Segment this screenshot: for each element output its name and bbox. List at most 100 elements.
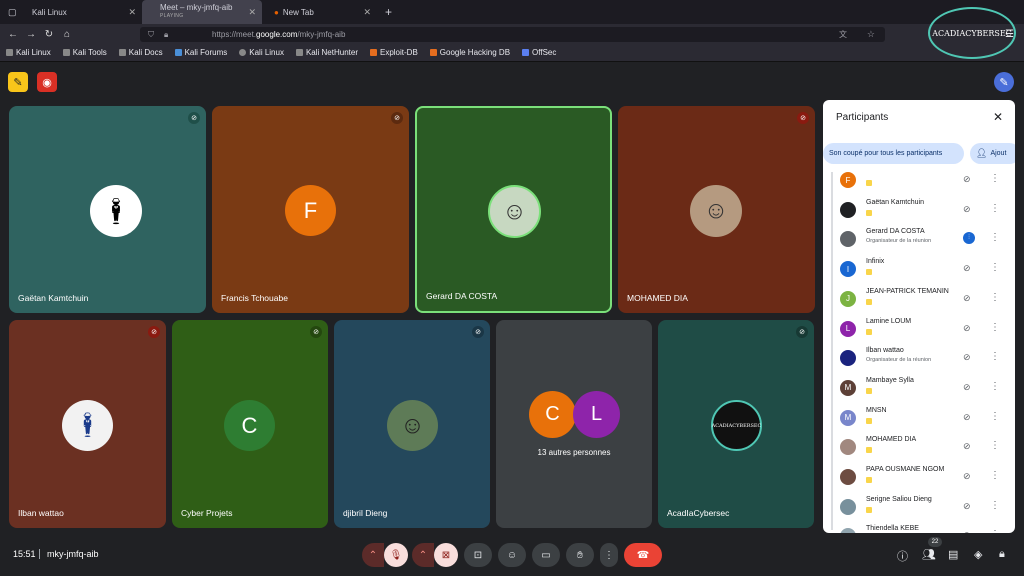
bookmark-kali-tools[interactable]: Kali Tools bbox=[62, 48, 107, 57]
bookmark-kali-linux[interactable]: Kali Linux bbox=[6, 48, 51, 57]
mic-off-icon[interactable]: ⊘ bbox=[963, 501, 971, 512]
avatar: ☺ bbox=[690, 185, 742, 237]
more-vert-icon[interactable]: ⋮ bbox=[990, 411, 1000, 422]
participant-row[interactable]: PAPA OUSMANE NGOM ⊘ ⋮ bbox=[823, 462, 1015, 492]
participant-row[interactable]: Serigne Saliou Dieng ⊘ ⋮ bbox=[823, 492, 1015, 522]
badge-icon bbox=[866, 269, 872, 276]
mic-off-icon[interactable]: ⊘ bbox=[963, 530, 971, 533]
back-icon[interactable]: ← bbox=[4, 29, 22, 40]
home-icon[interactable]: ⌂ bbox=[58, 29, 76, 40]
more-vert-icon[interactable]: ⋮ bbox=[990, 381, 1000, 392]
participant-tile[interactable]: ⊘ ☺ djibril Dieng bbox=[334, 320, 490, 528]
mic-off-icon[interactable]: ⊘ bbox=[963, 323, 971, 334]
mic-off-icon[interactable]: ⊘ bbox=[963, 174, 971, 185]
bookmark-google-hacking-db[interactable]: Google Hacking DB bbox=[429, 48, 510, 57]
recording-icon[interactable]: ◉ bbox=[37, 72, 57, 92]
participant-tile[interactable]: ⊘ 🕴︎ Ilban wattao bbox=[9, 320, 166, 528]
close-icon[interactable]: ✕ bbox=[248, 7, 256, 18]
participant-row[interactable]: Gerard DA COSTA Organisateur de la réunio… bbox=[823, 224, 1015, 254]
participant-tile-speaking[interactable]: ☺ Gerard DA COSTA bbox=[415, 106, 612, 313]
participant-row[interactable]: Gaëtan Kamtchuin ⊘ ⋮ bbox=[823, 195, 1015, 225]
effects-icon[interactable]: ✎ bbox=[994, 72, 1014, 92]
others-tile[interactable]: C L 13 autres personnes bbox=[496, 320, 652, 528]
reload-icon[interactable]: ↻ bbox=[40, 29, 58, 40]
more-vert-icon[interactable]: ⋮ bbox=[990, 440, 1000, 451]
more-vert-icon[interactable]: ⋮ bbox=[990, 500, 1000, 511]
navigation-bar: ← → ↻ ⌂ ⛉ 🔒︎ https://meet.google.com/mky… bbox=[0, 24, 1024, 44]
more-vert-icon[interactable]: ⋮ bbox=[990, 470, 1000, 481]
more-vert-icon[interactable]: ⋮ bbox=[990, 232, 1000, 243]
more-vert-icon[interactable]: ⋮ bbox=[990, 262, 1000, 273]
present-button[interactable]: ⊡ bbox=[464, 543, 492, 567]
star-icon[interactable]: ☆ bbox=[867, 29, 875, 40]
more-vert-icon[interactable]: ⋮ bbox=[990, 529, 1000, 533]
people-icon[interactable]: 👥︎ bbox=[922, 548, 936, 561]
bookmark-kali-forums[interactable]: Kali Forums bbox=[174, 48, 227, 57]
bookmark-offsec[interactable]: OffSec bbox=[522, 48, 556, 57]
raise-hand-button[interactable]: ✋︎ bbox=[566, 543, 594, 567]
tab-list-icon[interactable]: ▢ bbox=[0, 0, 22, 24]
tab-new-tab[interactable]: ● New Tab ✕ bbox=[262, 0, 377, 24]
chat-icon[interactable]: ▤ bbox=[948, 548, 958, 561]
more-vert-icon[interactable]: ⋮ bbox=[990, 351, 1000, 362]
scrollbar[interactable] bbox=[831, 172, 833, 530]
host-controls-icon[interactable]: 🔒︎ bbox=[999, 548, 1005, 561]
add-people-button[interactable]: 👤︎ Ajout bbox=[970, 143, 1015, 164]
info-icon[interactable]: ⓘ bbox=[897, 548, 908, 564]
bookmark-kali-docs[interactable]: Kali Docs bbox=[118, 48, 163, 57]
mic-off-icon[interactable]: ⊘ bbox=[963, 263, 971, 274]
participant-tile[interactable]: ⊘ F Francis Tchouabe bbox=[212, 106, 409, 313]
participant-row[interactable]: Ilban wattao Organisateur de la réunion ⊘ ⋮ bbox=[823, 343, 1015, 373]
participant-tile[interactable]: ⊘ 🕴︎ Gaëtan Kamtchuin bbox=[9, 106, 206, 313]
participants-list[interactable]: F ⊘ ⋮ Gaëtan Kamtchuin ⊘ ⋮ Gerard DA COSTA Orga… bbox=[823, 172, 1015, 533]
forward-icon[interactable]: → bbox=[22, 29, 40, 40]
bookmark-kali-nethunter[interactable]: Kali NetHunter bbox=[295, 48, 358, 57]
participant-row[interactable]: F ⊘ ⋮ bbox=[823, 172, 1015, 195]
translate-icon[interactable]: 文 bbox=[839, 29, 847, 40]
more-options-button[interactable]: ⋮ bbox=[600, 543, 618, 567]
mic-off-icon[interactable]: ⊘ bbox=[963, 204, 971, 215]
participant-row[interactable]: M MNSN ⊘ ⋮ bbox=[823, 403, 1015, 433]
participant-row[interactable]: I Infinix ⊘ ⋮ bbox=[823, 254, 1015, 284]
more-vert-icon[interactable]: ⋮ bbox=[990, 203, 1000, 214]
bookmark-exploit-db[interactable]: Exploit-DB bbox=[369, 48, 418, 57]
close-icon[interactable]: ✕ bbox=[128, 7, 136, 18]
participant-row[interactable]: L Lamine LOUM ⊘ ⋮ bbox=[823, 314, 1015, 344]
mic-off-icon[interactable]: ⊘ bbox=[963, 293, 971, 304]
camera-toggle-button[interactable]: ⊠ bbox=[434, 543, 458, 567]
mic-off-icon[interactable]: ⊘ bbox=[963, 471, 971, 482]
mic-options-button[interactable]: ⌃ bbox=[362, 543, 384, 567]
tab-kali-linux[interactable]: Kali Linux ✕ bbox=[22, 0, 142, 24]
reactions-button[interactable]: ☺ bbox=[498, 543, 526, 567]
camera-options-button[interactable]: ⌃ bbox=[412, 543, 434, 567]
mic-off-icon[interactable]: ⊘ bbox=[963, 352, 971, 363]
address-bar[interactable]: ⛉ 🔒︎ https://meet.google.com/mky-jmfq-ai… bbox=[140, 27, 885, 42]
tab-meet[interactable]: Meet – mky-jmfq-aib PLAYING ✕ bbox=[142, 0, 262, 24]
participant-row[interactable]: M Mambaye Sylla ⊘ ⋮ bbox=[823, 373, 1015, 403]
avatar: ACADIACYBERSEC bbox=[711, 400, 762, 451]
new-tab-button[interactable]: + bbox=[377, 0, 400, 24]
more-vert-icon[interactable]: ⋮ bbox=[990, 173, 1000, 184]
participant-tile[interactable]: ⊘ ☺ MOHAMED DIA bbox=[618, 106, 815, 313]
participant-row[interactable]: Thiendella KEBE ⊘ ⋮ bbox=[823, 521, 1015, 533]
participant-tile[interactable]: ⊘ ACADIACYBERSEC AcadIaCybersec bbox=[658, 320, 814, 528]
leave-call-button[interactable]: ☎︎ bbox=[624, 543, 662, 567]
badge-icon bbox=[866, 298, 872, 305]
mic-toggle-button[interactable]: 🎙︎ bbox=[384, 543, 408, 567]
participant-row[interactable]: MOHAMED DIA ⊘ ⋮ bbox=[823, 432, 1015, 462]
mic-off-icon[interactable]: ⊘ bbox=[963, 382, 971, 393]
participant-row[interactable]: J JEAN-PATRICK TEMANIN ⊘ ⋮ bbox=[823, 284, 1015, 314]
mic-off-icon[interactable]: ⊘ bbox=[963, 441, 971, 452]
more-vert-icon[interactable]: ⋮ bbox=[990, 322, 1000, 333]
captions-button[interactable]: ▭ bbox=[532, 543, 560, 567]
close-icon[interactable]: ✕ bbox=[363, 7, 371, 18]
activities-icon[interactable]: ◈ bbox=[974, 548, 982, 561]
participant-tile[interactable]: ⊘ C Cyber Projets bbox=[172, 320, 328, 528]
more-vert-icon[interactable]: ⋮ bbox=[990, 292, 1000, 303]
mute-all-button[interactable]: Son coupé pour tous les participants bbox=[823, 143, 964, 164]
close-icon[interactable]: ✕ bbox=[993, 110, 1003, 124]
mic-off-icon[interactable]: ⊘ bbox=[963, 412, 971, 423]
participant-name: Gaëtan Kamtchuin bbox=[866, 198, 924, 206]
notes-icon[interactable]: ✎ bbox=[8, 72, 28, 92]
bookmark-kali-linux-2[interactable]: Kali Linux bbox=[239, 48, 284, 57]
